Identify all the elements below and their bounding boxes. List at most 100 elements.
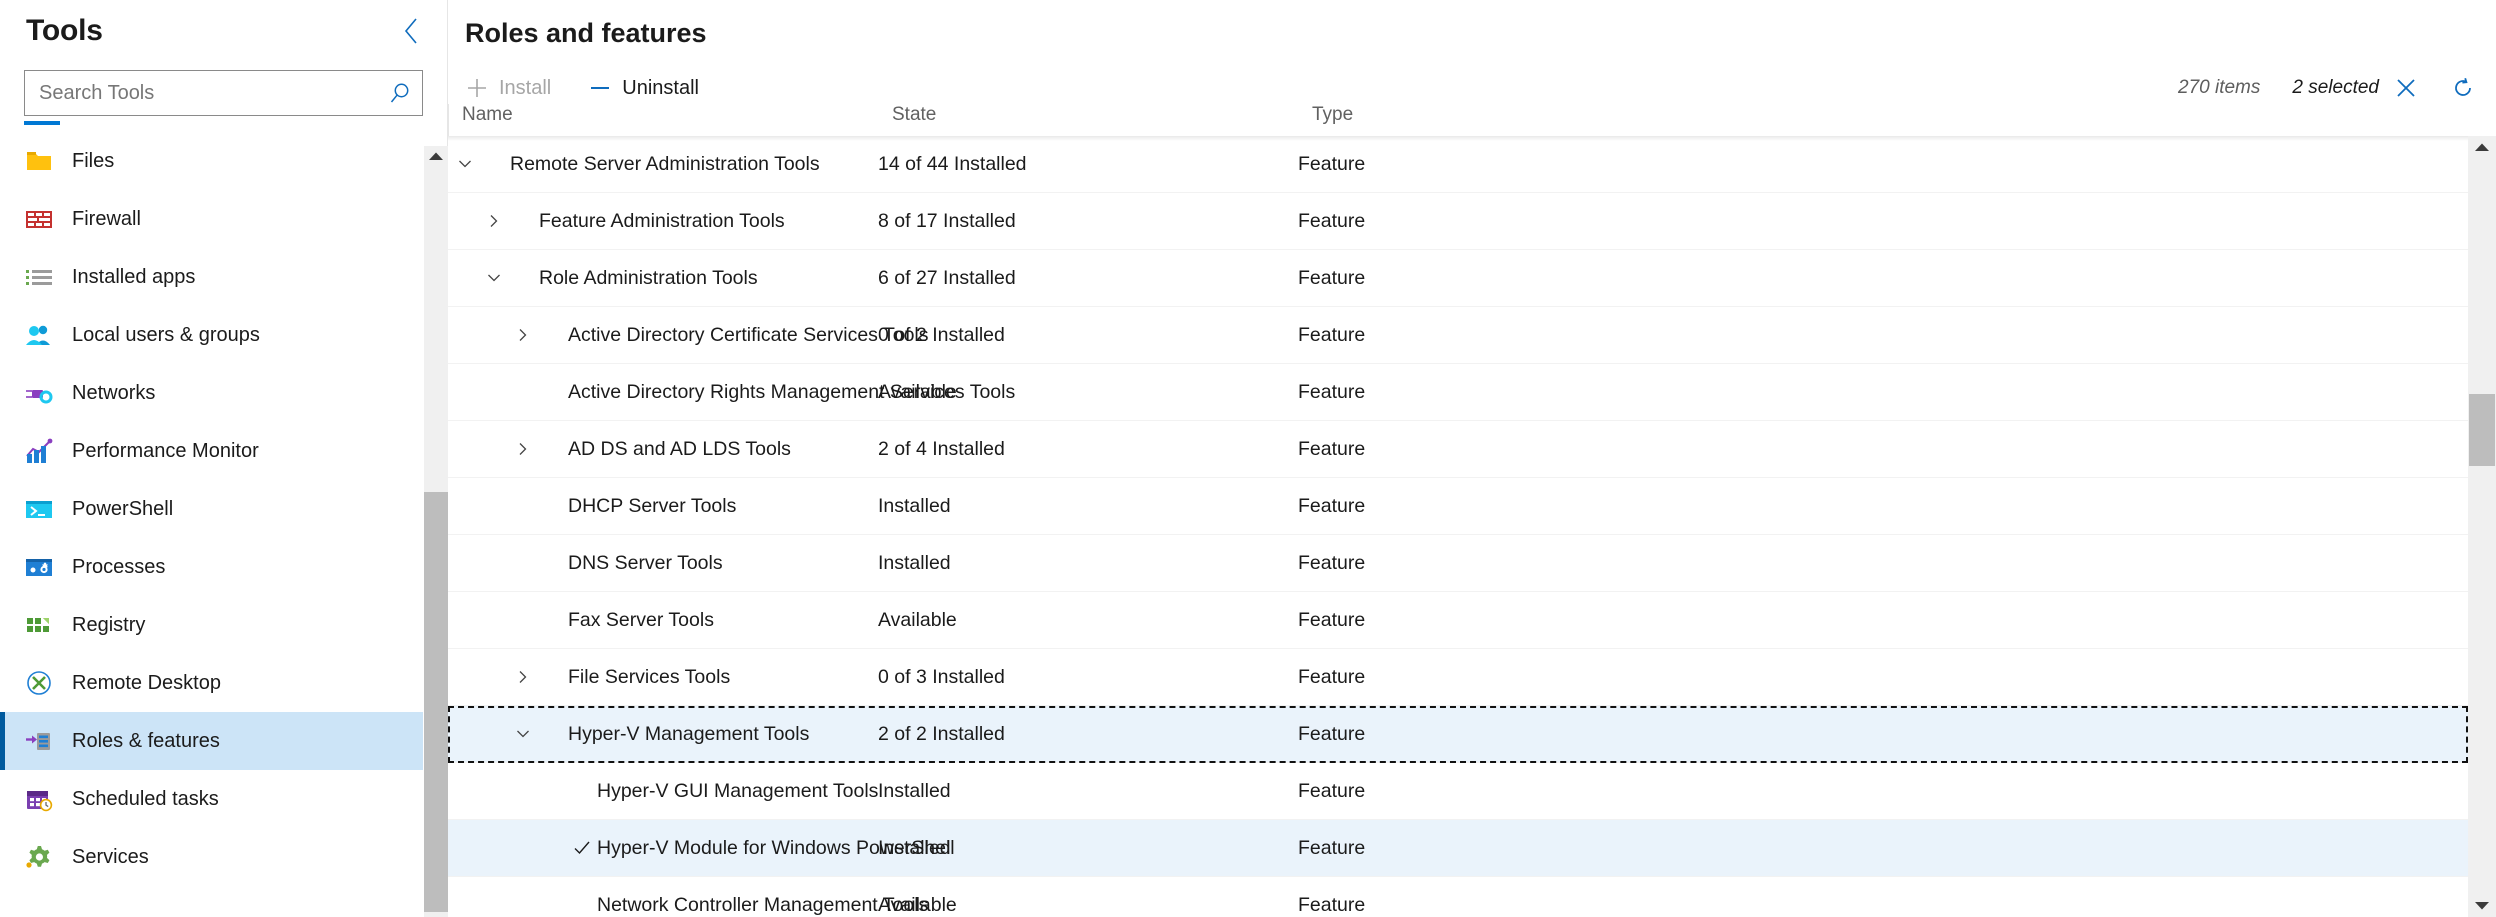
row-name-label: DNS Server Tools	[568, 552, 723, 575]
sidebar-item-remote-desktop[interactable]: Remote Desktop	[0, 654, 423, 712]
sidebar-item-powershell[interactable]: PowerShell	[0, 480, 423, 538]
row-state-label: 14 of 44 Installed	[878, 153, 1298, 176]
table-row[interactable]: Remote Server Administration Tools14 of …	[448, 136, 2468, 193]
cell-name: DHCP Server Tools	[448, 495, 878, 518]
users-group-icon	[24, 320, 54, 350]
chevron-left-icon	[402, 16, 422, 46]
sidebar-item-label: PowerShell	[72, 498, 173, 521]
processes-icon	[24, 552, 54, 582]
sidebar-scroll-up-button[interactable]	[424, 151, 448, 161]
row-type-label: Feature	[1298, 780, 2468, 803]
table-row[interactable]: Feature Administration Tools8 of 17 Inst…	[448, 193, 2468, 250]
row-type-label: Feature	[1298, 837, 2468, 860]
column-header-type[interactable]: Type	[1312, 104, 2496, 126]
sidebar-item-registry[interactable]: Registry	[0, 596, 423, 654]
sidebar-item-installed-apps[interactable]: Installed apps	[0, 248, 423, 306]
registry-blocks-icon	[24, 610, 54, 640]
row-type-label: Feature	[1298, 495, 2468, 518]
row-state-label: 6 of 27 Installed	[878, 267, 1298, 290]
search-icon	[387, 80, 413, 106]
chevron-right-icon[interactable]	[506, 440, 540, 458]
chevron-right-icon[interactable]	[506, 326, 540, 344]
table-row[interactable]: Hyper-V GUI Management ToolsInstalledFea…	[448, 763, 2468, 820]
sidebar: Tools FilesFirewallInstalled apps Local u…	[0, 0, 448, 917]
column-header-name[interactable]: Name	[462, 104, 892, 126]
search-input[interactable]	[25, 71, 376, 115]
sidebar-scroll-thumb[interactable]	[424, 492, 448, 912]
row-state-label: Available	[878, 894, 1298, 917]
chevron-right-icon[interactable]	[506, 668, 540, 686]
grid-scrollbar[interactable]	[2468, 136, 2496, 917]
cell-name: Fax Server Tools	[448, 609, 878, 632]
sidebar-item-label: Scheduled tasks	[72, 788, 219, 811]
sidebar-scrollbar[interactable]	[423, 146, 448, 917]
table-row[interactable]: AD DS and AD LDS Tools2 of 4 InstalledFe…	[448, 421, 2468, 478]
collapse-panel-button[interactable]	[395, 14, 429, 48]
sidebar-item-label: Local users & groups	[72, 324, 260, 347]
cell-name: Active Directory Certificate Services To…	[448, 324, 878, 347]
row-type-label: Feature	[1298, 153, 2468, 176]
search-box[interactable]	[24, 70, 423, 116]
table-row[interactable]: DHCP Server ToolsInstalledFeature	[448, 478, 2468, 535]
chevron-down-icon[interactable]	[448, 155, 482, 173]
table-row[interactable]: Hyper-V Management Tools2 of 2 Installed…	[448, 706, 2468, 763]
sidebar-header: Tools	[0, 0, 447, 62]
gear-icon	[24, 842, 54, 872]
column-header-state[interactable]: State	[892, 104, 1312, 126]
grid-scroll-down-button[interactable]	[2468, 901, 2496, 911]
sidebar-item-files[interactable]: Files	[0, 132, 423, 190]
roles-features-icon	[24, 726, 54, 756]
perf-chart-icon	[24, 436, 54, 466]
table-row[interactable]: Active Directory Rights Management Servi…	[448, 364, 2468, 421]
chevron-down-icon[interactable]	[477, 269, 511, 287]
row-type-label: Feature	[1298, 894, 2468, 917]
sidebar-item-services[interactable]: Services	[0, 828, 423, 886]
row-state-label: Installed	[878, 780, 1298, 803]
sidebar-item-roles-features[interactable]: Roles & features	[0, 712, 423, 770]
table-row[interactable]: DNS Server ToolsInstalledFeature	[448, 535, 2468, 592]
sidebar-title: Tools	[26, 16, 103, 46]
table-row[interactable]: Network Controller Management ToolsAvail…	[448, 877, 2468, 917]
grid-scroll-thumb[interactable]	[2469, 394, 2495, 466]
row-state-label: 8 of 17 Installed	[878, 210, 1298, 233]
calendar-clock-icon	[24, 784, 54, 814]
calendar-clock-icon	[24, 784, 54, 814]
chevron-down-icon[interactable]	[506, 725, 540, 743]
grid-header-row: Name State Type	[448, 104, 2496, 136]
sidebar-item-firewall[interactable]: Firewall	[0, 190, 423, 248]
sidebar-item-processes[interactable]: Processes	[0, 538, 423, 596]
row-state-label: Installed	[878, 837, 1298, 860]
sidebar-item-performance-monitor[interactable]: Performance Monitor	[0, 422, 423, 480]
grid-scroll-up-button[interactable]	[2468, 142, 2496, 152]
table-row[interactable]: Hyper-V Module for Windows PowerShellIns…	[448, 820, 2468, 877]
folder-icon	[24, 146, 54, 176]
caret-down-icon	[2474, 901, 2490, 911]
table-row[interactable]: File Services Tools0 of 3 InstalledFeatu…	[448, 649, 2468, 706]
chevron-right-icon[interactable]	[477, 212, 511, 230]
uninstall-button[interactable]: Uninstall	[585, 70, 703, 106]
sidebar-item-label: Roles & features	[72, 730, 220, 753]
sidebar-item-local-users-groups[interactable]: Local users & groups	[0, 306, 423, 364]
network-adapter-icon	[24, 378, 54, 408]
table-row[interactable]: Active Directory Certificate Services To…	[448, 307, 2468, 364]
sidebar-item-scheduled-tasks[interactable]: Scheduled tasks	[0, 770, 423, 828]
install-button[interactable]: Install	[462, 70, 555, 106]
minus-icon	[589, 77, 611, 99]
row-type-label: Feature	[1298, 210, 2468, 233]
row-state-label: 0 of 2 Installed	[878, 324, 1298, 347]
caret-up-icon	[428, 151, 444, 161]
row-name-label: DHCP Server Tools	[568, 495, 736, 518]
clear-selection-button[interactable]	[2387, 71, 2425, 105]
table-row[interactable]: Fax Server ToolsAvailableFeature	[448, 592, 2468, 649]
sidebar-item-label: Performance Monitor	[72, 440, 259, 463]
page-title: Roles and features	[465, 20, 707, 47]
sidebar-item-networks[interactable]: Networks	[0, 364, 423, 422]
refresh-button[interactable]	[2443, 71, 2483, 105]
powershell-icon	[24, 494, 54, 524]
grid-body: Remote Server Administration Tools14 of …	[448, 136, 2468, 917]
table-row[interactable]: Role Administration Tools6 of 27 Install…	[448, 250, 2468, 307]
row-name-label: Hyper-V GUI Management Tools	[597, 780, 878, 803]
row-type-label: Feature	[1298, 267, 2468, 290]
row-state-label: 0 of 3 Installed	[878, 666, 1298, 689]
search-button[interactable]	[376, 71, 422, 115]
